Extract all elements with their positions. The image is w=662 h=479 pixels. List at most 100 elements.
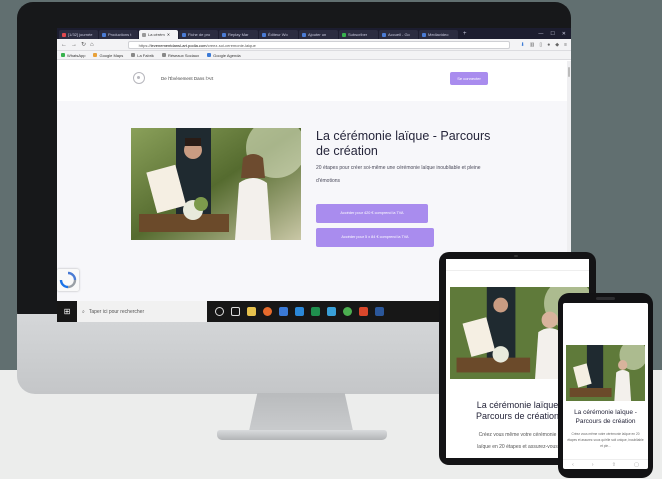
tab-label: Accueil - Go: [388, 32, 410, 37]
tablet-camera: [514, 255, 518, 257]
tablet-site-header: [446, 259, 589, 271]
account-icon[interactable]: ●: [547, 42, 550, 48]
tabs-icon[interactable]: ▢: [634, 462, 639, 468]
phone-screen: La cérémonie laïque - Parcours de créati…: [563, 303, 648, 469]
tab-favicon-icon: [422, 32, 426, 37]
taskbar-search-placeholder: Taper ici pour rechercher: [88, 308, 145, 315]
new-tab-icon[interactable]: +: [459, 30, 471, 39]
library-icon[interactable]: ▥: [530, 42, 535, 48]
browser-tab[interactable]: Fiche de pro: [179, 30, 218, 39]
browser-toolbar: ⬇ ▥ ▯ ● ◆ ≡: [520, 42, 567, 48]
folder-icon: [131, 53, 136, 57]
menu-icon[interactable]: ≡: [564, 42, 567, 48]
browser-tab-active[interactable]: La cérém ✕: [139, 30, 178, 39]
bookmarks-bar: WhatsApp Google Maps La Fabrik Réseaux S…: [57, 51, 571, 60]
mail-icon[interactable]: [295, 307, 304, 316]
chrome-icon[interactable]: [343, 307, 352, 316]
download-icon[interactable]: ⬇: [520, 42, 524, 48]
firefox-icon[interactable]: [263, 307, 272, 316]
back-icon[interactable]: ←: [61, 40, 67, 50]
phone-hero-text: Créez vous même votre cérémonie laïque e…: [567, 432, 644, 448]
phone-hero-image: [566, 345, 645, 401]
tab-favicon-icon: [302, 32, 306, 37]
close-window-icon[interactable]: ✕: [562, 30, 566, 39]
browser-tab[interactable]: Mediavideo: [419, 30, 458, 39]
recaptcha-badge[interactable]: [57, 269, 79, 291]
tab-label: Fiche de pro: [188, 32, 211, 37]
tab-label: Productions t: [108, 32, 132, 37]
buy-installments-button[interactable]: Accéder pour 5 x 84 € comprend la TVA: [316, 228, 434, 247]
browser-tab[interactable]: Ajouter un: [299, 30, 338, 39]
tab-favicon-icon: [222, 32, 226, 37]
whatsapp-icon: [61, 53, 65, 57]
taskbar-apps: [215, 307, 384, 316]
site-logo-icon[interactable]: [133, 72, 145, 84]
bookmark-label: La Fabrik: [137, 52, 154, 58]
app-icon[interactable]: [327, 307, 336, 316]
browser-tab[interactable]: Productions t: [99, 30, 138, 39]
minimize-icon[interactable]: —: [538, 30, 543, 39]
back-icon[interactable]: ‹: [572, 462, 574, 468]
url-bar[interactable]: https://levenementdansl-art.podia.com/cr…: [127, 40, 511, 49]
excel-icon[interactable]: [311, 307, 320, 316]
forward-icon[interactable]: →: [71, 40, 77, 50]
home-icon[interactable]: ⌂: [90, 40, 94, 50]
forward-icon[interactable]: ›: [592, 462, 594, 468]
phone-browser-nav: ‹ › ⇧ ▢: [563, 459, 648, 469]
monitor-stand-base: [217, 430, 387, 440]
bookmark-label: WhatsApp: [67, 52, 86, 58]
tab-label: Éditeur Wo: [268, 32, 288, 37]
windows-start-icon[interactable]: ⊞: [57, 301, 77, 322]
recaptcha-icon: [59, 271, 77, 289]
login-button[interactable]: Se connecter: [450, 72, 488, 85]
maximize-icon[interactable]: ☐: [550, 30, 554, 39]
bookmark-item[interactable]: Google Maps: [93, 53, 123, 58]
browser-tab[interactable]: [1/32] journée: [59, 30, 98, 39]
browser-tab[interactable]: Subscriber: [339, 30, 378, 39]
taskbar-search-input[interactable]: ⌕ Taper ici pour rechercher: [77, 301, 207, 322]
cortana-icon[interactable]: [215, 307, 224, 316]
tab-favicon-icon: [342, 32, 346, 37]
browser-tab-bar: [1/32] journée Productions t La cérém ✕ F…: [57, 28, 571, 39]
phone-hero-title: La cérémonie laïque - Parcours de créati…: [574, 409, 637, 425]
url-host: levenementdansl-art.podia.com: [150, 42, 207, 48]
tab-favicon-icon: [102, 32, 106, 37]
browser-tab[interactable]: Accueil - Go: [379, 30, 418, 39]
window-controls: — ☐ ✕: [538, 30, 571, 39]
tab-label: Replay Mar: [228, 32, 249, 37]
explorer-icon[interactable]: [247, 307, 256, 316]
app-icon[interactable]: [359, 307, 368, 316]
tab-close-icon[interactable]: ✕: [167, 30, 170, 39]
hero-image: [131, 128, 301, 240]
tab-favicon-icon: [182, 32, 186, 37]
hero-title: La cérémonie laïque - Parcours de créati…: [316, 129, 491, 158]
site-header: De l'Événement Dans l'Art Se connecter: [57, 61, 571, 101]
bookmark-item[interactable]: La Fabrik: [131, 53, 154, 58]
share-icon[interactable]: ⇧: [612, 462, 616, 468]
reload-icon[interactable]: ↻: [81, 40, 86, 50]
browser-nav-bar: ← → ↻ ⌂ https://levenementdansl-art.podi…: [57, 39, 571, 51]
bookmark-item[interactable]: Réseaux Sociaux: [161, 52, 200, 58]
phone-speaker: [596, 297, 615, 300]
extension-icon[interactable]: ◆: [555, 42, 559, 48]
browser-tab[interactable]: Replay Mar: [219, 30, 258, 39]
bookmark-item[interactable]: Google Agenda: [207, 53, 241, 58]
site-name[interactable]: De l'Événement Dans l'Art: [161, 76, 213, 81]
bookmark-item[interactable]: WhatsApp: [61, 53, 85, 58]
browser-tab[interactable]: Éditeur Wo: [259, 30, 298, 39]
tab-favicon-icon: [142, 32, 146, 37]
bookmark-label: Réseaux Sociaux: [167, 52, 200, 58]
store-icon[interactable]: [279, 307, 288, 316]
phone-device: La cérémonie laïque - Parcours de créati…: [558, 293, 653, 478]
hero-subtitle: 20 étapes pour créer soi-même une cérémo…: [316, 165, 481, 184]
calendar-icon: [207, 53, 212, 57]
word-icon[interactable]: [375, 307, 384, 316]
task-view-icon[interactable]: [231, 307, 240, 316]
tab-label: La cérém: [148, 32, 165, 37]
sidebar-icon[interactable]: ▯: [539, 42, 542, 48]
buy-full-button[interactable]: Accéder pour 420 € comprend la TVA: [316, 204, 428, 223]
tab-label: Subscriber: [348, 32, 368, 37]
tab-label: [1/32] journée: [68, 32, 93, 37]
scrollbar-thumb[interactable]: [568, 67, 570, 77]
folder-icon: [161, 53, 166, 57]
